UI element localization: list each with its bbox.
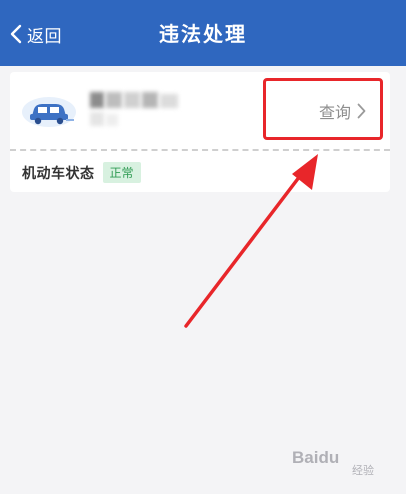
vehicle-card: 查询 机动车状态 正常 <box>10 72 390 192</box>
app-header: 返回 违法处理 <box>0 0 406 66</box>
query-link[interactable]: 查询 <box>319 99 366 123</box>
page-title: 违法处理 <box>159 22 247 46</box>
baidu-watermark-logo: Baidu 经验 <box>292 442 398 482</box>
dashed-divider <box>10 149 390 151</box>
watermark-sub: 经验 <box>352 464 374 477</box>
query-label: 查询 <box>318 103 351 122</box>
license-plate-obscured <box>90 92 190 142</box>
watermark-text: Baidu <box>292 448 340 467</box>
status-label: 机动车状态 <box>22 165 95 182</box>
car-icon <box>20 90 78 130</box>
query-highlight-box: 查询 <box>263 78 383 140</box>
chevron-right-icon <box>351 103 366 119</box>
status-badge: 正常 <box>102 162 141 183</box>
vehicle-status-row: 机动车状态 正常 <box>22 162 141 183</box>
